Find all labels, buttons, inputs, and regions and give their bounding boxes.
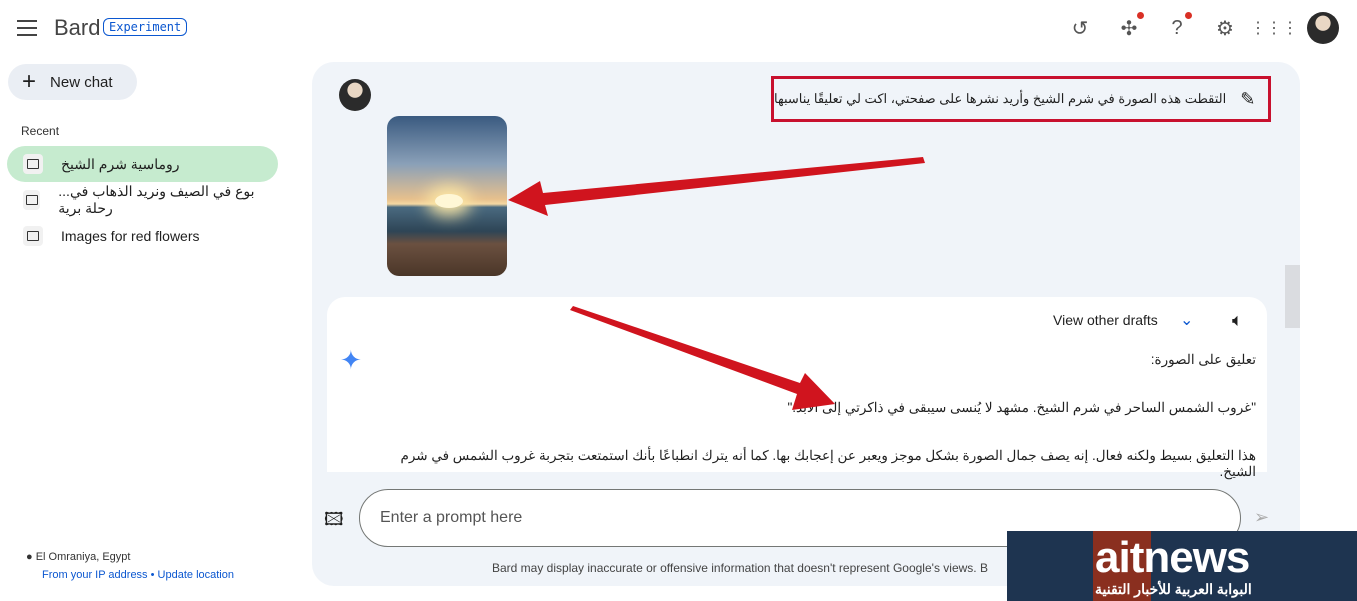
annotation-arrows xyxy=(508,157,925,410)
arrow-to-image xyxy=(508,157,925,216)
aitnews-watermark: aitnews البوابة العربية للأخبار التقنية xyxy=(1007,531,1357,601)
arrow-to-caption xyxy=(570,306,835,410)
watermark-tagline: البوابة العربية للأخبار التقنية xyxy=(1095,581,1252,597)
watermark-logo: aitnews xyxy=(1095,533,1250,582)
